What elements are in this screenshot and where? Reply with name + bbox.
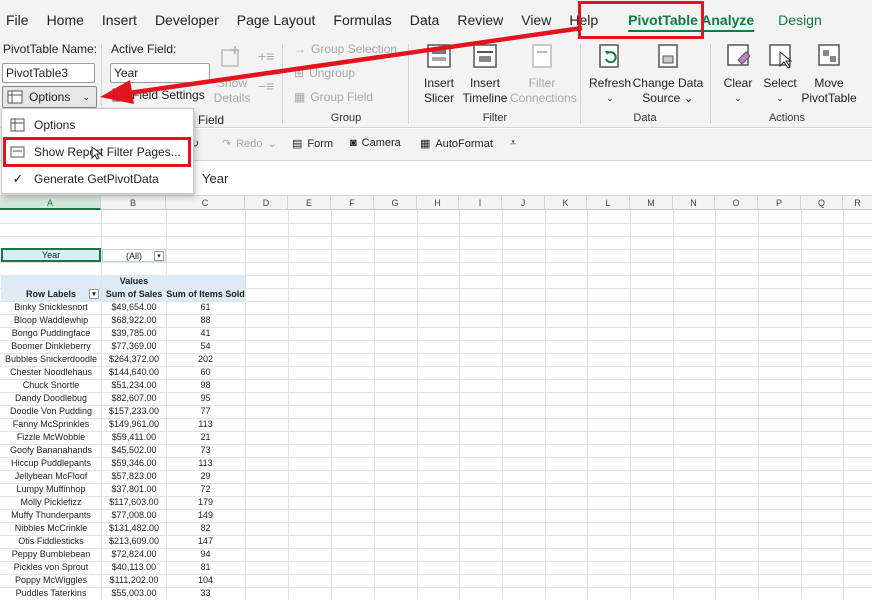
red-arrow-annotation — [100, 25, 583, 104]
